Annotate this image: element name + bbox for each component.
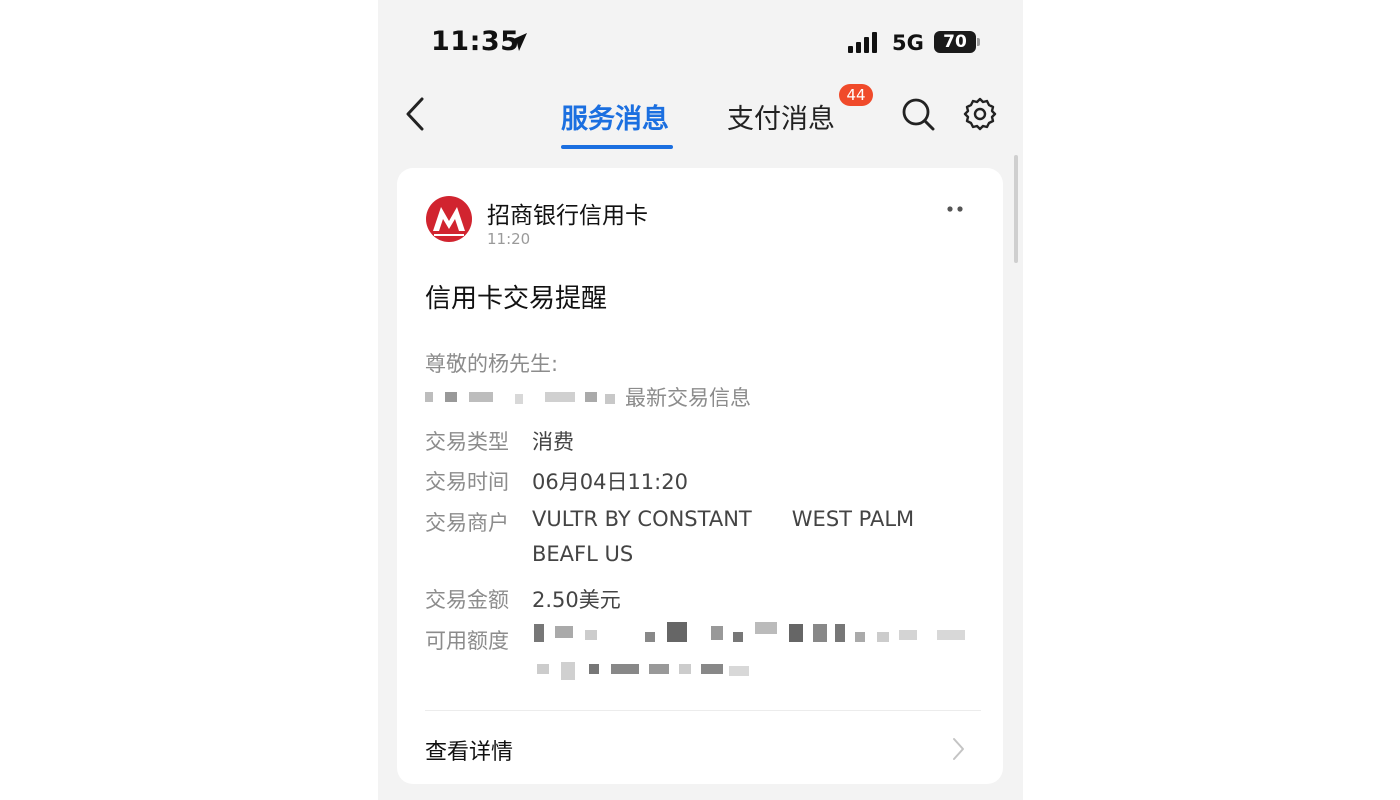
gear-icon[interactable] <box>962 96 998 132</box>
chevron-right-icon[interactable] <box>950 736 966 762</box>
tab-payment-messages[interactable]: 支付消息 <box>727 97 835 136</box>
row-label-type: 交易类型 <box>425 430 509 454</box>
battery-icon: 70 <box>934 31 976 53</box>
tab-service-messages[interactable]: 服务消息 <box>561 97 669 136</box>
battery-tip <box>977 38 980 46</box>
row-label-credit: 可用额度 <box>425 629 509 653</box>
more-options-icon[interactable] <box>945 204 965 214</box>
back-button[interactable] <box>400 94 430 134</box>
message-title: 信用卡交易提醒 <box>425 284 608 314</box>
row-label-merchant: 交易商户 <box>425 511 509 535</box>
intro-text: 最新交易信息 <box>625 386 751 410</box>
view-details-link[interactable]: 查看详情 <box>425 734 513 766</box>
phone-screen: 11:35 5G 70 服务消息 支付消息 44 招商银行信用卡 11:20 信… <box>378 0 1023 800</box>
row-value-merchant-line2: BEAFL US <box>532 542 634 566</box>
sender-name: 招商银行信用卡 <box>487 203 648 229</box>
bank-logo-icon <box>426 196 472 242</box>
divider <box>425 710 981 711</box>
greeting: 尊敬的杨先生: <box>425 352 559 376</box>
row-value-merchant: VULTR BY CONSTANT WEST PALM <box>532 507 915 531</box>
row-label-amount: 交易金额 <box>425 588 509 612</box>
battery-level: 70 <box>943 32 967 52</box>
row-value-amount: 2.50美元 <box>532 588 621 612</box>
row-value-type: 消费 <box>532 430 574 454</box>
message-time: 11:20 <box>487 230 531 248</box>
intro-line: 最新交易信息 <box>425 382 965 412</box>
network-label: 5G <box>892 31 924 55</box>
message-card[interactable]: 招商银行信用卡 11:20 信用卡交易提醒 尊敬的杨先生: 最新交易信息 交易类… <box>397 168 1003 784</box>
location-arrow-icon <box>509 33 527 51</box>
unread-badge: 44 <box>839 84 873 106</box>
row-label-time: 交易时间 <box>425 470 509 494</box>
scrollbar[interactable] <box>1014 155 1018 263</box>
active-tab-indicator <box>561 145 673 149</box>
signal-icon <box>848 32 877 53</box>
search-icon[interactable] <box>900 96 936 132</box>
row-value-time: 06月04日11:20 <box>532 470 688 494</box>
